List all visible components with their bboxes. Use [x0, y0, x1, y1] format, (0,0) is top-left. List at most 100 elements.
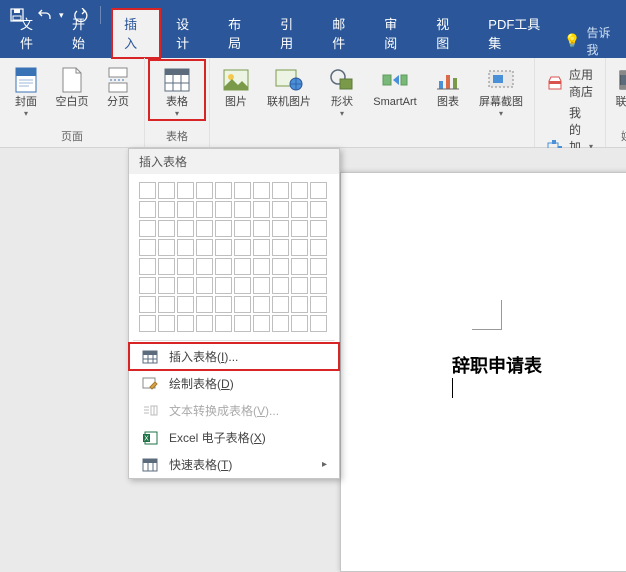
grid-cell[interactable] — [253, 277, 270, 294]
grid-cell[interactable] — [196, 182, 213, 199]
grid-cell[interactable] — [177, 296, 194, 313]
excel-spreadsheet-menu-item[interactable]: X Excel 电子表格(X) — [129, 424, 339, 451]
tab-review[interactable]: 审阅 — [372, 9, 420, 58]
grid-cell[interactable] — [253, 315, 270, 332]
grid-cell[interactable] — [139, 277, 156, 294]
grid-cell[interactable] — [158, 201, 175, 218]
grid-cell[interactable] — [310, 277, 327, 294]
chart-button[interactable]: 图表 — [428, 62, 468, 109]
grid-cell[interactable] — [177, 182, 194, 199]
table-button[interactable]: 表格 ▾ — [151, 62, 203, 118]
tab-insert[interactable]: 插入 — [112, 9, 160, 58]
cover-page-button[interactable]: 封面 ▾ — [6, 62, 46, 118]
grid-cell[interactable] — [215, 296, 232, 313]
insert-table-menu-item[interactable]: 插入表格(I)... — [129, 343, 339, 370]
draw-table-menu-item[interactable]: 绘制表格(D) — [129, 370, 339, 397]
grid-cell[interactable] — [253, 220, 270, 237]
grid-cell[interactable] — [234, 182, 251, 199]
tell-me-label[interactable]: 告诉我 — [587, 24, 619, 58]
smartart-button[interactable]: SmartArt — [368, 62, 422, 109]
grid-cell[interactable] — [291, 239, 308, 256]
grid-cell[interactable] — [139, 258, 156, 275]
grid-cell[interactable] — [196, 220, 213, 237]
grid-cell[interactable] — [291, 277, 308, 294]
grid-cell[interactable] — [291, 201, 308, 218]
grid-cell[interactable] — [291, 258, 308, 275]
grid-cell[interactable] — [196, 239, 213, 256]
grid-cell[interactable] — [272, 277, 289, 294]
tab-pdf-tools[interactable]: PDF工具集 — [476, 9, 560, 58]
grid-cell[interactable] — [177, 258, 194, 275]
store-button[interactable]: 应用商店 — [547, 66, 593, 100]
grid-cell[interactable] — [158, 277, 175, 294]
online-video-button[interactable]: 联机视 — [612, 62, 626, 109]
grid-cell[interactable] — [310, 296, 327, 313]
grid-cell[interactable] — [139, 182, 156, 199]
grid-cell[interactable] — [158, 220, 175, 237]
grid-cell[interactable] — [158, 239, 175, 256]
grid-cell[interactable] — [291, 296, 308, 313]
tab-file[interactable]: 文件 — [8, 9, 56, 58]
grid-cell[interactable] — [139, 296, 156, 313]
grid-cell[interactable] — [196, 201, 213, 218]
grid-cell[interactable] — [272, 258, 289, 275]
grid-cell[interactable] — [196, 277, 213, 294]
grid-cell[interactable] — [196, 315, 213, 332]
tab-layout[interactable]: 布局 — [216, 9, 264, 58]
tab-home[interactable]: 开始 — [60, 9, 108, 58]
grid-cell[interactable] — [177, 315, 194, 332]
grid-cell[interactable] — [177, 277, 194, 294]
tab-mailings[interactable]: 邮件 — [320, 9, 368, 58]
grid-cell[interactable] — [158, 258, 175, 275]
grid-cell[interactable] — [215, 239, 232, 256]
quick-tables-menu-item[interactable]: 快速表格(T) ▸ — [129, 451, 339, 478]
grid-cell[interactable] — [253, 239, 270, 256]
grid-cell[interactable] — [215, 315, 232, 332]
grid-cell[interactable] — [215, 277, 232, 294]
grid-cell[interactable] — [158, 315, 175, 332]
table-size-grid[interactable] — [129, 174, 339, 338]
grid-cell[interactable] — [215, 220, 232, 237]
grid-cell[interactable] — [196, 296, 213, 313]
grid-cell[interactable] — [196, 258, 213, 275]
blank-page-button[interactable]: 空白页 — [52, 62, 92, 109]
grid-cell[interactable] — [177, 201, 194, 218]
grid-cell[interactable] — [139, 201, 156, 218]
pictures-button[interactable]: 图片 — [216, 62, 256, 109]
grid-cell[interactable] — [177, 220, 194, 237]
grid-cell[interactable] — [272, 239, 289, 256]
online-pictures-button[interactable]: 联机图片 — [262, 62, 316, 109]
grid-cell[interactable] — [234, 277, 251, 294]
grid-cell[interactable] — [177, 239, 194, 256]
grid-cell[interactable] — [310, 258, 327, 275]
grid-cell[interactable] — [310, 239, 327, 256]
grid-cell[interactable] — [291, 220, 308, 237]
grid-cell[interactable] — [139, 239, 156, 256]
grid-cell[interactable] — [234, 239, 251, 256]
grid-cell[interactable] — [234, 315, 251, 332]
grid-cell[interactable] — [253, 296, 270, 313]
grid-cell[interactable] — [310, 220, 327, 237]
grid-cell[interactable] — [215, 182, 232, 199]
grid-cell[interactable] — [234, 201, 251, 218]
screenshot-button[interactable]: 屏幕截图 ▾ — [474, 62, 528, 118]
grid-cell[interactable] — [139, 315, 156, 332]
grid-cell[interactable] — [158, 296, 175, 313]
grid-cell[interactable] — [215, 201, 232, 218]
grid-cell[interactable] — [272, 201, 289, 218]
grid-cell[interactable] — [158, 182, 175, 199]
grid-cell[interactable] — [310, 201, 327, 218]
grid-cell[interactable] — [234, 296, 251, 313]
tab-references[interactable]: 引用 — [268, 9, 316, 58]
grid-cell[interactable] — [272, 220, 289, 237]
grid-cell[interactable] — [234, 258, 251, 275]
grid-cell[interactable] — [291, 315, 308, 332]
grid-cell[interactable] — [272, 315, 289, 332]
tab-view[interactable]: 视图 — [424, 9, 472, 58]
document-heading-text[interactable]: 辞职申请表 — [452, 352, 542, 378]
tab-design[interactable]: 设计 — [164, 9, 212, 58]
grid-cell[interactable] — [215, 258, 232, 275]
grid-cell[interactable] — [253, 201, 270, 218]
grid-cell[interactable] — [310, 315, 327, 332]
grid-cell[interactable] — [253, 258, 270, 275]
